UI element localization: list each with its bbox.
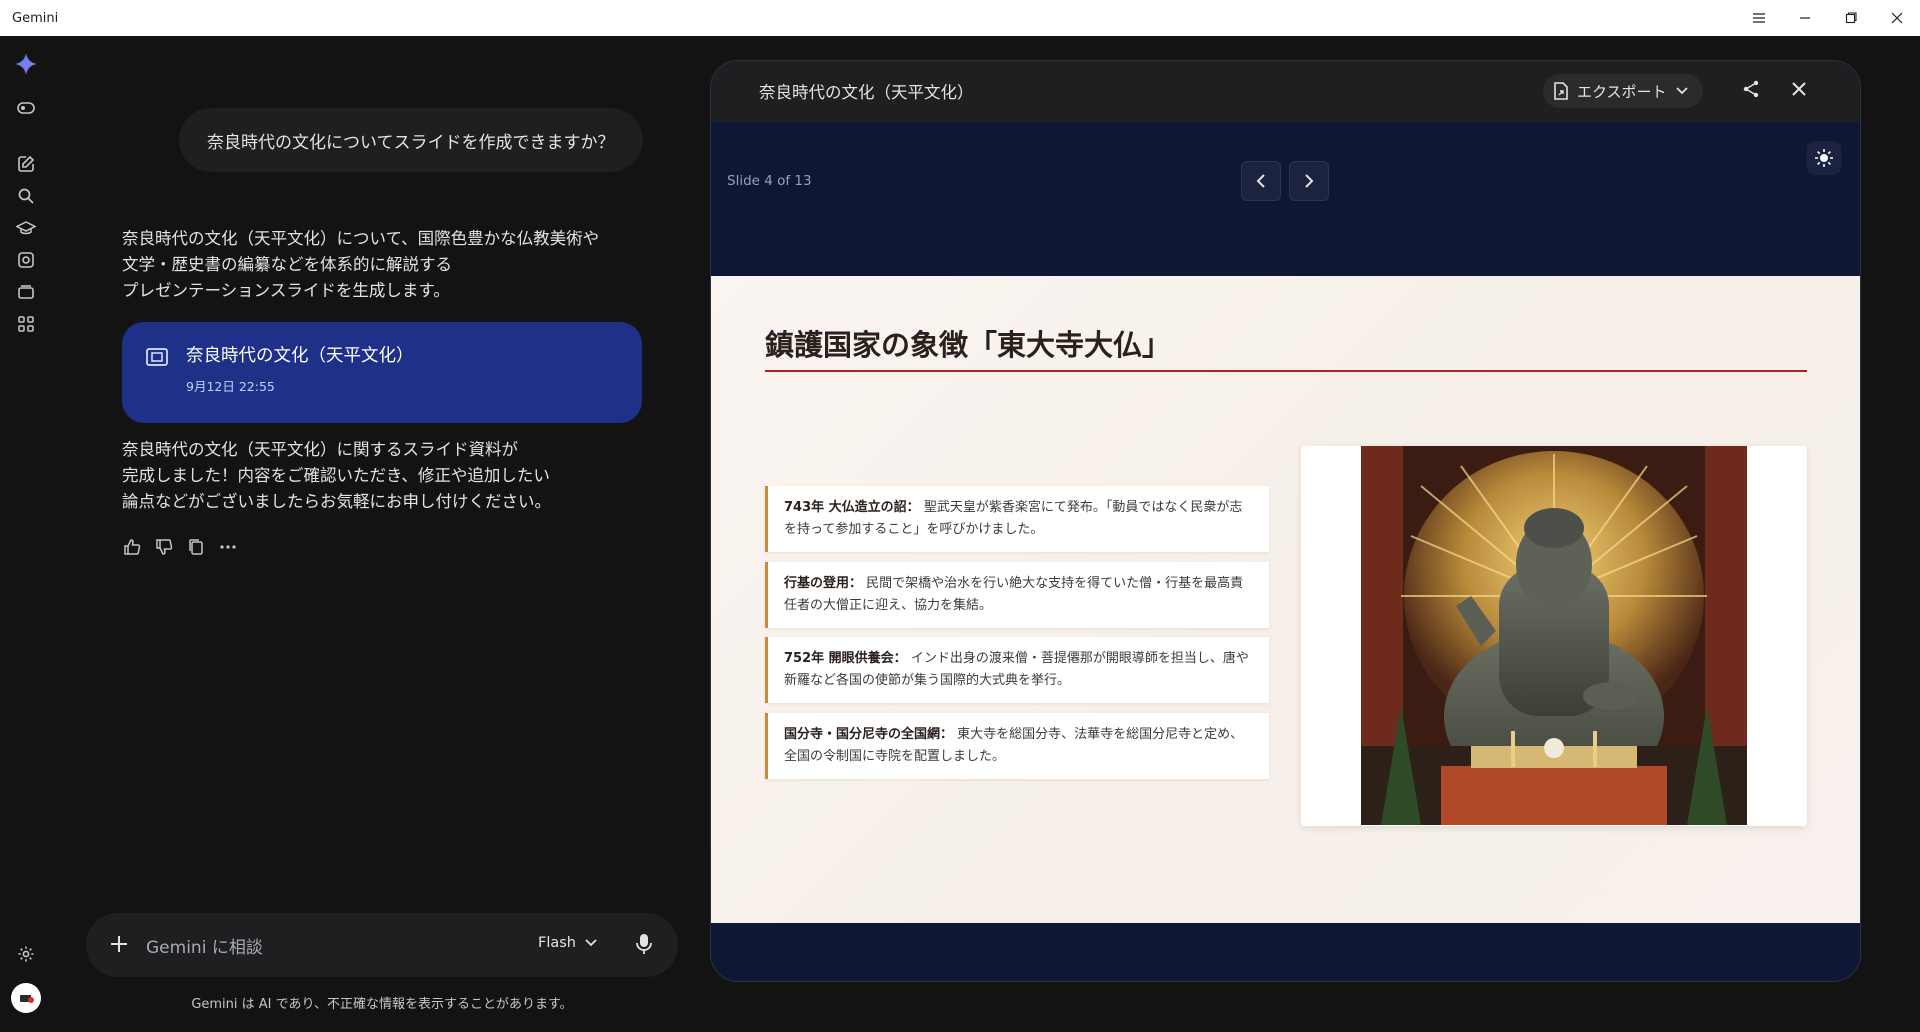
chevron-down-icon <box>1675 87 1688 95</box>
slide-preview-panel: 奈良時代の文化（天平文化） エクスポート Slide 4 of 13 鎮護国家の… <box>710 60 1861 982</box>
panel-header: 奈良時代の文化（天平文化） エクスポート <box>711 61 1860 122</box>
daibutsu-photo <box>1361 446 1747 825</box>
chat-input[interactable]: Gemini に相談 <box>146 933 263 958</box>
thumbs-up-icon[interactable] <box>120 535 144 559</box>
slide-counter: Slide 4 of 13 <box>727 173 812 189</box>
bullet-term: 743年 大仏造立の詔： <box>784 500 920 515</box>
learning-icon[interactable] <box>14 216 38 240</box>
bullet-term: 752年 開眼供養会： <box>784 651 907 666</box>
copy-icon[interactable] <box>184 535 208 559</box>
slide-bullet-2: 行基の登用： 民間で架橋や治水を行い絶大な支持を得ていた僧・行基を最高責任者の大… <box>765 562 1269 628</box>
share-icon[interactable] <box>1741 79 1765 103</box>
bullet-term: 行基の登用： <box>784 576 863 591</box>
next-slide-button[interactable] <box>1289 161 1329 201</box>
search-icon[interactable] <box>14 184 38 208</box>
new-chat-icon[interactable] <box>14 152 38 176</box>
microphone-icon[interactable] <box>634 932 658 958</box>
panel-title: 奈良時代の文化（天平文化） <box>759 83 974 102</box>
slide-title: 鎮護国家の象徴「東大寺大仏」 <box>765 328 1172 362</box>
user-prompt-bubble: 奈良時代の文化についてスライドを作成できますか？ <box>179 108 643 172</box>
theme-toggle-button[interactable] <box>1807 141 1841 175</box>
slide-artifact-card[interactable]: 奈良時代の文化（天平文化） 9月12日 22:55 <box>122 322 642 423</box>
bullet-term: 国分寺・国分尼寺の全国網： <box>784 727 954 742</box>
message-actions <box>120 535 240 559</box>
slide-bullet-3: 752年 開眼供養会： インド出身の渡来僧・菩提僊那が開眼導師を担当し、唐や新羅… <box>765 637 1269 703</box>
artifact-date: 9月12日 22:55 <box>186 379 275 394</box>
window-controls <box>1736 0 1920 36</box>
daibutsu-image-card <box>1301 446 1807 826</box>
library-icon[interactable] <box>14 280 38 304</box>
minimize-button[interactable] <box>1782 0 1828 36</box>
thumbs-down-icon[interactable] <box>152 535 176 559</box>
restore-button[interactable] <box>1828 0 1874 36</box>
add-attachment-icon[interactable] <box>108 933 132 957</box>
chevron-right-icon <box>1305 174 1314 188</box>
chevron-down-icon <box>585 939 597 947</box>
previous-slide-button[interactable] <box>1241 161 1281 201</box>
assistant-completion-message: 奈良時代の文化（天平文化）に関するスライド資料が 完成しました！内容をご確認いた… <box>122 440 551 511</box>
export-label: エクスポート <box>1577 82 1667 101</box>
sun-icon <box>1815 149 1833 167</box>
left-rail <box>0 36 52 1032</box>
assistant-intro-message: 奈良時代の文化（天平文化）について、国際色豊かな仏教美術や 文学・歴史書の編纂な… <box>122 229 600 300</box>
slide-title-divider <box>765 370 1807 372</box>
slides-icon <box>144 344 170 370</box>
model-selector[interactable]: Flash <box>538 935 598 951</box>
slide-bullet-4: 国分寺・国分尼寺の全国網： 東大寺を総国分寺、法華寺を総国分尼寺と定め、全国の令… <box>765 713 1269 779</box>
avatar[interactable] <box>10 982 42 1014</box>
title-bar: Gemini <box>0 0 1920 36</box>
export-button[interactable]: エクスポート <box>1543 74 1703 108</box>
app-title: Gemini <box>12 10 59 26</box>
export-file-icon <box>1554 82 1568 100</box>
close-window-button[interactable] <box>1874 0 1920 36</box>
more-options-icon[interactable] <box>216 535 240 559</box>
gems-icon[interactable] <box>14 248 38 272</box>
artifact-title: 奈良時代の文化（天平文化） <box>186 346 414 366</box>
settings-icon[interactable] <box>14 942 38 966</box>
slide-bullet-1: 743年 大仏造立の詔： 聖武天皇が紫香楽宮にて発布。「動員ではなく民衆が志を持… <box>765 486 1269 552</box>
close-panel-icon[interactable] <box>1789 79 1813 103</box>
gemini-logo-icon[interactable] <box>14 52 38 76</box>
model-label: Flash <box>538 935 576 951</box>
menu-icon[interactable] <box>1736 0 1782 36</box>
chevron-left-icon <box>1256 174 1265 188</box>
disclaimer-text: Gemini は AI であり、不正確な情報を表示することがあります。 <box>191 997 573 1012</box>
apps-icon[interactable] <box>14 312 38 336</box>
slide-canvas: 鎮護国家の象徴「東大寺大仏」 743年 大仏造立の詔： 聖武天皇が紫香楽宮にて発… <box>711 276 1860 923</box>
sidebar-toggle-icon[interactable] <box>14 96 38 120</box>
chat-input-bar: Gemini に相談 Flash <box>86 913 678 977</box>
